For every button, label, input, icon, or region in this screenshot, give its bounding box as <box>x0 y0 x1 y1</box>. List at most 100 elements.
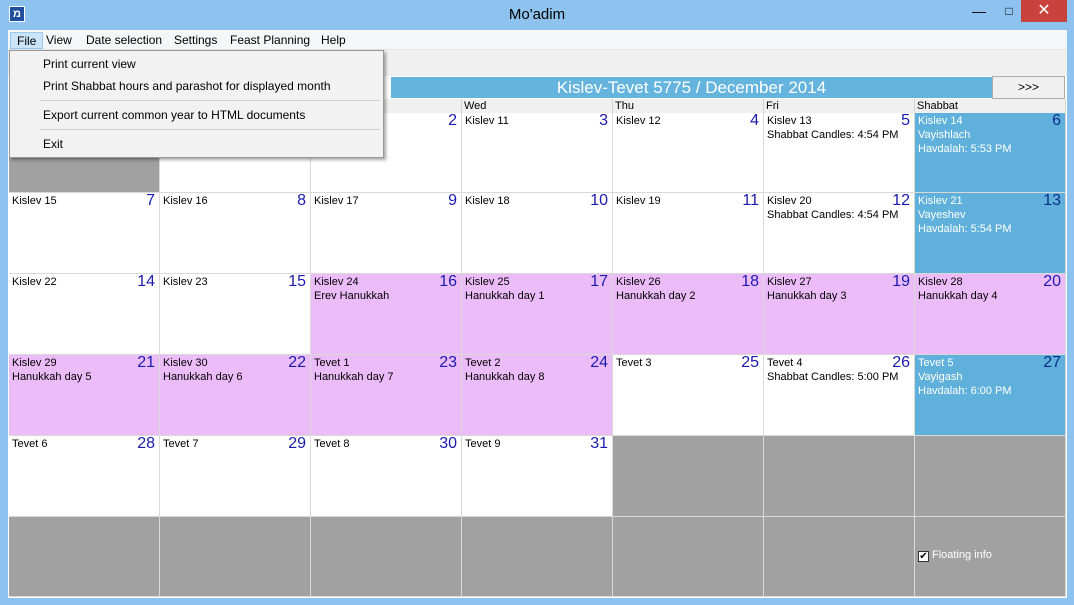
file-menu-dropdown: Print current view Print Shabbat hours a… <box>9 50 384 158</box>
day-number: 6 <box>1052 113 1061 129</box>
day-number: 16 <box>439 274 457 290</box>
day-number: 5 <box>901 113 910 129</box>
menu-feast-planning[interactable]: Feast Planning <box>224 32 316 49</box>
day-cell[interactable]: Kislev 18 10 <box>462 193 613 274</box>
empty-day-cell <box>462 517 613 597</box>
next-month-button[interactable]: >>> <box>992 76 1065 99</box>
hebrew-date: Kislev 14 <box>918 115 963 127</box>
menu-separator <box>40 129 380 130</box>
day-cell[interactable]: Kislev 16 8 <box>160 193 311 274</box>
day-cell[interactable]: Kislev 17 9 <box>311 193 462 274</box>
hebrew-date: Tevet 1 <box>314 357 350 369</box>
day-number: 10 <box>590 193 608 209</box>
hebrew-date: Kislev 26 <box>616 276 661 288</box>
day-cell[interactable]: Kislev 28 20 Hanukkah day 4 <box>915 274 1066 355</box>
day-cell[interactable]: Kislev 19 11 <box>613 193 764 274</box>
day-number: 24 <box>590 355 608 371</box>
day-cell[interactable]: Tevet 3 25 <box>613 355 764 436</box>
hebrew-date: Kislev 30 <box>163 357 208 369</box>
day-number: 13 <box>1043 193 1061 209</box>
day-number: 18 <box>741 274 759 290</box>
day-cell[interactable]: Tevet 4 26 Shabbat Candles: 5:00 PM <box>764 355 915 436</box>
day-event: Vayigash <box>918 371 963 383</box>
empty-day-cell <box>764 436 915 517</box>
minimize-button[interactable]: — <box>964 0 994 22</box>
calendar-grid: SunMonTueWedThuFriShabbatKislev 91Kislev… <box>9 99 1066 597</box>
day-event: Hanukkah day 7 <box>314 371 394 383</box>
hebrew-date: Kislev 23 <box>163 276 208 288</box>
day-cell[interactable]: Tevet 5 27 Vayigash Havdalah: 6:00 PM <box>915 355 1066 436</box>
close-button[interactable]: ✕ <box>1021 0 1067 22</box>
day-number: 14 <box>137 274 155 290</box>
day-number: 22 <box>288 355 306 371</box>
day-cell[interactable]: Kislev 25 17 Hanukkah day 1 <box>462 274 613 355</box>
menu-help[interactable]: Help <box>315 32 352 49</box>
day-event: Vayishlach <box>918 129 971 141</box>
day-cell[interactable]: Kislev 27 19 Hanukkah day 3 <box>764 274 915 355</box>
day-event: Hanukkah day 5 <box>12 371 92 383</box>
menu-file[interactable]: File <box>10 32 44 49</box>
day-event: Erev Hanukkah <box>314 290 390 302</box>
day-cell[interactable]: Kislev 26 18 Hanukkah day 2 <box>613 274 764 355</box>
day-cell[interactable]: Tevet 8 30 <box>311 436 462 517</box>
menu-item-print-shabbat-hours[interactable]: Print Shabbat hours and parashot for dis… <box>43 79 331 93</box>
day-number: 11 <box>742 193 759 209</box>
day-number: 4 <box>750 113 759 129</box>
day-number: 29 <box>288 436 306 452</box>
day-number: 31 <box>590 436 608 452</box>
weekday-header: Wed <box>462 99 613 113</box>
empty-day-cell <box>160 517 311 597</box>
day-event: Hanukkah day 1 <box>465 290 545 302</box>
day-cell[interactable]: Kislev 13 5 Shabbat Candles: 4:54 PM <box>764 113 915 193</box>
empty-day-cell <box>613 517 764 597</box>
day-number: 7 <box>146 193 155 209</box>
day-number: 26 <box>892 355 910 371</box>
day-cell[interactable]: Kislev 11 3 <box>462 113 613 193</box>
menu-settings[interactable]: Settings <box>168 32 223 49</box>
day-cell[interactable]: Kislev 20 12 Shabbat Candles: 4:54 PM <box>764 193 915 274</box>
menu-item-print-current-view[interactable]: Print current view <box>43 57 136 71</box>
empty-day-cell <box>311 517 462 597</box>
floating-info-label: Floating info <box>932 549 992 561</box>
menu-bar: File View Date selection Settings Feast … <box>8 30 1067 50</box>
hebrew-date: Kislev 25 <box>465 276 510 288</box>
day-cell[interactable]: Kislev 30 22 Hanukkah day 6 <box>160 355 311 436</box>
day-event: Hanukkah day 4 <box>918 290 998 302</box>
hebrew-date: Kislev 18 <box>465 195 510 207</box>
menu-item-export-html[interactable]: Export current common year to HTML docum… <box>43 108 305 122</box>
hebrew-date: Kislev 11 <box>465 115 509 127</box>
day-cell[interactable]: Kislev 12 4 <box>613 113 764 193</box>
hebrew-date: Tevet 3 <box>616 357 652 369</box>
day-cell[interactable]: Kislev 23 15 <box>160 274 311 355</box>
empty-day-cell <box>9 517 160 597</box>
weekday-header: Thu <box>613 99 764 113</box>
day-number: 9 <box>448 193 457 209</box>
hebrew-date: Tevet 5 <box>918 357 954 369</box>
floating-info-checkbox[interactable]: ✔ Floating info <box>918 549 992 563</box>
day-number: 21 <box>137 355 155 371</box>
day-cell[interactable]: Tevet 6 28 <box>9 436 160 517</box>
hebrew-date: Kislev 19 <box>616 195 661 207</box>
weekday-header: Shabbat <box>915 99 1066 113</box>
day-cell[interactable]: Tevet 2 24 Hanukkah day 8 <box>462 355 613 436</box>
day-cell[interactable]: Tevet 1 23 Hanukkah day 7 <box>311 355 462 436</box>
day-cell[interactable]: Kislev 14 6 Vayishlach Havdalah: 5:53 PM <box>915 113 1066 193</box>
hebrew-date: Tevet 9 <box>465 438 501 450</box>
day-cell[interactable]: Kislev 22 14 <box>9 274 160 355</box>
day-cell[interactable]: Kislev 29 21 Hanukkah day 5 <box>9 355 160 436</box>
menu-item-exit[interactable]: Exit <box>43 137 63 151</box>
day-cell[interactable]: Kislev 24 16 Erev Hanukkah <box>311 274 462 355</box>
day-cell[interactable]: Tevet 7 29 <box>160 436 311 517</box>
day-event: Shabbat Candles: 4:54 PM <box>767 129 899 141</box>
maximize-button[interactable]: □ <box>994 0 1024 22</box>
day-number: 30 <box>439 436 457 452</box>
menu-date-selection[interactable]: Date selection <box>80 32 168 49</box>
day-number: 20 <box>1043 274 1061 290</box>
checkbox-icon[interactable]: ✔ <box>918 551 929 562</box>
day-cell[interactable]: Kislev 21 13 Vayeshev Havdalah: 5:54 PM <box>915 193 1066 274</box>
calendar-title: Kislev-Tevet 5775 / December 2014 <box>391 77 992 98</box>
menu-view[interactable]: View <box>40 32 78 49</box>
day-cell[interactable]: Tevet 9 31 <box>462 436 613 517</box>
day-cell[interactable]: Kislev 15 7 <box>9 193 160 274</box>
hebrew-date: Kislev 20 <box>767 195 812 207</box>
